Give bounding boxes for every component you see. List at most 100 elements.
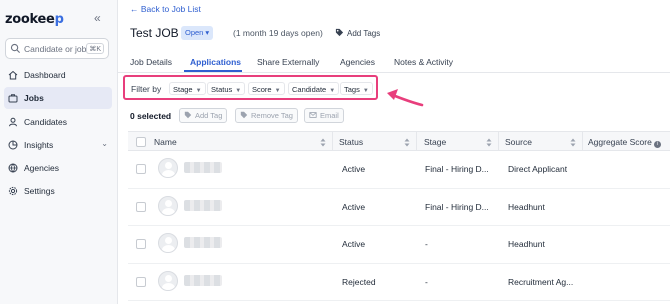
filter-candidate-dropdown[interactable]: Candidate ▼ <box>288 82 340 95</box>
remove-tag-label: Remove Tag <box>251 111 293 120</box>
row-checkbox[interactable] <box>136 164 146 174</box>
sidebar-item-candidates[interactable]: Candidates <box>4 111 112 133</box>
avatar <box>158 233 178 253</box>
tab-share-externally[interactable]: Share Externally <box>257 57 319 67</box>
tag-icon <box>335 28 344 37</box>
annotation-arrow-icon <box>387 89 424 107</box>
sidebar: zookeep « Candidate or job ⌘K Dashboard … <box>0 0 118 304</box>
column-divider <box>416 132 417 151</box>
sort-icon[interactable] <box>486 138 492 147</box>
email-label: Email <box>320 111 339 120</box>
sidebar-item-label: Dashboard <box>24 70 66 80</box>
column-header-status[interactable]: Status <box>339 137 363 147</box>
filter-chip-label: Stage <box>173 85 193 94</box>
avatar <box>158 195 178 216</box>
info-icon[interactable]: i <box>653 141 661 148</box>
table-row[interactable]: Active Final - Hiring D... Direct Applic… <box>128 151 670 189</box>
sidebar-item-label: Insights <box>24 139 54 150</box>
source-cell: Headhunt <box>508 239 545 249</box>
sort-icon[interactable] <box>570 138 576 147</box>
building-icon <box>8 163 18 173</box>
search-icon <box>10 43 21 54</box>
chevron-down-icon: ▼ <box>362 88 369 94</box>
row-checkbox[interactable] <box>136 239 146 249</box>
page-title: Test JOB <box>130 26 179 40</box>
sidebar-item-label: Jobs <box>24 93 44 104</box>
mail-icon <box>309 112 317 118</box>
briefcase-icon <box>8 94 18 103</box>
selected-count: 0 selected <box>130 111 172 121</box>
table-row[interactable]: Active - Headhunt <box>128 226 670 264</box>
sidebar-item-jobs[interactable]: Jobs <box>4 87 112 110</box>
stage-cell: - <box>425 239 428 249</box>
column-header-name[interactable]: Name <box>154 137 177 147</box>
chevron-down-icon: ▼ <box>329 88 336 94</box>
chevron-down-icon[interactable]: ⌄ <box>101 139 108 148</box>
job-status-dropdown[interactable]: Open ▾ <box>181 26 214 40</box>
candidate-name-redacted[interactable] <box>184 199 222 211</box>
search-placeholder: Candidate or job <box>24 44 87 54</box>
job-tabs: Job Details Applications Share Externall… <box>118 53 670 73</box>
tab-notes-activity[interactable]: Notes & Activity <box>394 57 453 67</box>
sidebar-item-insights[interactable]: Insights ⌄ <box>4 134 112 156</box>
filter-tags-dropdown[interactable]: Tags ▼ <box>340 82 373 95</box>
candidate-name-redacted[interactable] <box>184 237 222 248</box>
candidate-name-redacted[interactable] <box>184 274 222 286</box>
filter-chip-label: Status <box>211 85 233 94</box>
tag-icon <box>240 111 248 119</box>
logo-text-accent: p <box>54 12 64 27</box>
avatar <box>158 270 178 291</box>
select-all-checkbox[interactable] <box>136 137 146 147</box>
remove-tag-button[interactable]: Remove Tag <box>235 108 298 123</box>
source-cell: Recruitment Ag... <box>508 276 574 287</box>
column-header-aggregate-score[interactable]: Aggregate Score i <box>588 137 661 148</box>
column-divider <box>582 132 583 151</box>
add-tags-button[interactable]: Add Tags <box>335 28 380 38</box>
sort-icon[interactable] <box>404 138 410 147</box>
tab-agencies[interactable]: Agencies <box>340 57 375 67</box>
sort-icon[interactable] <box>320 138 326 147</box>
filter-status-dropdown[interactable]: Status ▼ <box>207 82 246 95</box>
back-to-job-list-link[interactable]: ← Back to Job List <box>130 4 201 14</box>
stage-cell: Final - Hiring D... <box>425 201 489 212</box>
sidebar-item-dashboard[interactable]: Dashboard <box>4 64 112 86</box>
home-icon <box>8 70 18 80</box>
sidebar-item-label: Agencies <box>24 163 59 174</box>
status-cell: Active <box>342 164 366 174</box>
candidate-name-redacted[interactable] <box>184 162 222 173</box>
column-header-source[interactable]: Source <box>505 137 532 147</box>
sidebar-item-label: Settings <box>24 186 55 197</box>
filter-stage-dropdown[interactable]: Stage ▼ <box>169 82 206 95</box>
sidebar-nav: Dashboard Jobs Candidates Insights ⌄ Age… <box>4 64 112 204</box>
row-checkbox[interactable] <box>136 276 146 287</box>
add-tag-button[interactable]: Add Tag <box>179 108 228 123</box>
column-divider <box>498 132 499 151</box>
table-row[interactable]: Rejected - Recruitment Ag... <box>128 264 670 301</box>
status-cell: Active <box>342 239 366 249</box>
table-header: Name Status Stage Source Aggregate Score… <box>128 131 670 151</box>
filter-score-dropdown[interactable]: Score ▼ <box>248 82 285 95</box>
status-cell: Active <box>342 201 366 212</box>
aggregate-score-label: Aggregate Score <box>588 137 652 147</box>
column-header-stage[interactable]: Stage <box>424 137 446 147</box>
search-input[interactable]: Candidate or job ⌘K <box>5 38 109 59</box>
active-tab-indicator <box>184 70 242 72</box>
tab-applications[interactable]: Applications <box>190 57 241 67</box>
column-divider <box>332 132 333 151</box>
open-duration-text: (1 month 19 days open) <box>233 28 323 38</box>
zookeep-logo[interactable]: zookeep <box>5 12 64 27</box>
tab-job-details[interactable]: Job Details <box>130 57 172 67</box>
email-button[interactable]: Email <box>304 108 344 123</box>
stage-cell: - <box>425 276 428 287</box>
chart-icon <box>8 140 18 150</box>
row-checkbox[interactable] <box>136 201 146 212</box>
logo-text: zookee <box>5 12 55 27</box>
chevron-down-icon: ▼ <box>235 88 242 94</box>
sidebar-item-agencies[interactable]: Agencies <box>4 157 112 179</box>
filter-by-label: Filter by <box>131 84 162 94</box>
table-row[interactable]: Active Final - Hiring D... Headhunt <box>128 189 670 226</box>
filter-chip-label: Tags <box>344 85 360 94</box>
add-tags-label: Add Tags <box>347 29 381 38</box>
collapse-sidebar-icon[interactable]: « <box>94 11 101 25</box>
sidebar-item-settings[interactable]: Settings <box>4 180 112 202</box>
